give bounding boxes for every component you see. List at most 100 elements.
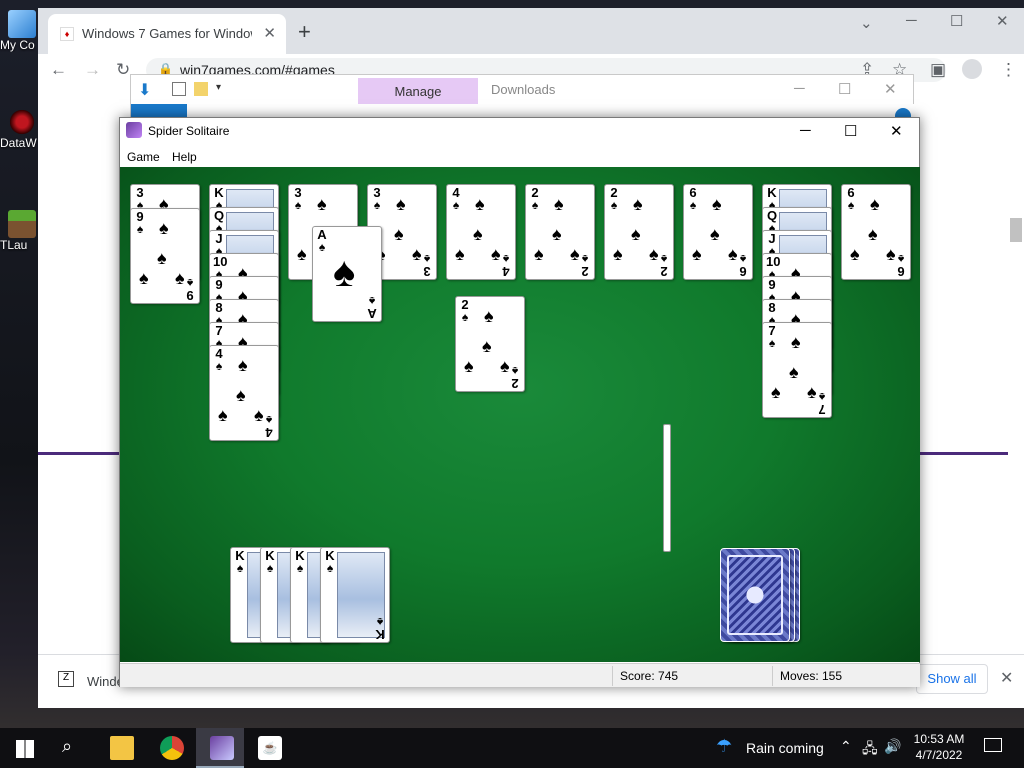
browser-tab[interactable]: ♦ Windows 7 Games for Windows ✕ — [48, 14, 286, 54]
moves-display: Moves: 155 — [780, 669, 843, 683]
datawarehouse-icon — [8, 108, 36, 136]
start-icon[interactable] — [16, 740, 34, 758]
new-tab-button[interactable]: + — [298, 21, 311, 43]
card-rank: 4 — [502, 264, 510, 279]
system-clock[interactable]: 10:53 AM 4/7/2022 — [904, 731, 974, 763]
spider-solitaire-icon[interactable] — [210, 736, 234, 760]
menu-icon[interactable]: ⋮ — [1000, 60, 1017, 80]
playing-card[interactable]: 2 ♠ ♠ 2 ♠ ♠ ♠ ♠ — [455, 296, 525, 392]
spade-icon: ♠ — [296, 561, 304, 575]
playing-card[interactable]: 2 ♠ ♠ 2 ♠ ♠ ♠ ♠ — [604, 184, 674, 280]
tab-close-icon[interactable]: ✕ — [263, 24, 276, 42]
spade-icon: ♠ — [294, 198, 302, 212]
chrome-icon[interactable] — [160, 736, 184, 760]
playing-card[interactable]: 7 ♠ ♠ 7 ♠ ♠ ♠ ♠ — [762, 322, 832, 418]
desktop-icon-computer[interactable]: My Co — [0, 10, 40, 52]
java-icon[interactable]: ☕ — [258, 736, 282, 760]
playing-card[interactable]: K ♠ K ♠ — [320, 547, 390, 643]
spade-icon: ♠ — [139, 268, 149, 288]
explorer-maximize-button[interactable]: ☐ — [838, 80, 851, 98]
desktop-icon-dataw[interactable]: DataW — [0, 108, 40, 150]
spade-icon: ♠ — [500, 356, 510, 376]
search-icon[interactable]: ⌕ — [62, 736, 72, 757]
notifications-icon[interactable] — [984, 738, 1002, 752]
spade-icon: ♠ — [396, 194, 406, 214]
spade-icon: ♠ — [464, 356, 474, 376]
spade-icon: ♠ — [452, 198, 460, 212]
spade-icon: ♠ — [461, 310, 469, 324]
spade-icon: ♠ — [649, 244, 659, 264]
desktop-icon-tlauncher[interactable]: TLau — [0, 210, 40, 252]
spade-icon: ♠ — [175, 268, 185, 288]
explorer-close-button[interactable]: ✕ — [884, 80, 897, 98]
sidebar-icon[interactable]: ▣ — [930, 60, 946, 80]
spade-icon: ♠ — [333, 248, 356, 295]
show-all-button[interactable]: Show all — [916, 664, 988, 694]
window-title: Spider Solitaire — [148, 124, 230, 138]
stock-card-back[interactable] — [720, 548, 790, 642]
downloads-close-icon[interactable]: ✕ — [1000, 668, 1013, 688]
manage-tab[interactable]: Manage — [358, 78, 478, 106]
spade-icon: ♠ — [534, 244, 544, 264]
spade-icon: ♠ — [482, 336, 492, 356]
profile-icon[interactable] — [962, 59, 982, 79]
spade-icon: ♠ — [610, 198, 618, 212]
page-scrollbar[interactable] — [1010, 218, 1022, 242]
forward-icon[interactable]: → — [84, 60, 101, 80]
card-rank: 9 — [186, 288, 194, 303]
spade-icon: ♠ — [266, 561, 274, 575]
minimize-button[interactable]: ─ — [906, 12, 917, 29]
spade-icon: ♠ — [475, 194, 485, 214]
playing-card[interactable]: 9 ♠ ♠ 9 ♠ ♠ ♠ ♠ — [130, 208, 200, 304]
back-icon[interactable]: ← — [50, 60, 67, 80]
playing-card[interactable]: 4 ♠ ♠ 4 ♠ ♠ ♠ ♠ — [446, 184, 516, 280]
properties-icon[interactable] — [172, 82, 186, 96]
network-icon[interactable]: 🖧 — [862, 738, 878, 762]
menu-game[interactable]: Game — [127, 150, 160, 164]
maximize-button[interactable]: ☐ — [950, 12, 963, 30]
menu-help[interactable]: Help — [172, 150, 197, 164]
spade-icon: ♠ — [502, 252, 510, 266]
weather-text[interactable]: Rain coming — [746, 740, 824, 756]
umbrella-icon: ☂ — [716, 736, 733, 756]
spade-icon: ♠ — [791, 332, 801, 352]
spade-icon: ♠ — [789, 362, 799, 382]
file-explorer-icon[interactable] — [110, 736, 134, 760]
close-button[interactable]: ✕ — [996, 12, 1009, 30]
download-file-icon: Z — [58, 671, 74, 687]
solitaire-close-button[interactable]: ✕ — [890, 122, 903, 140]
playing-card[interactable]: A ♠ A ♠ ♠ — [312, 226, 382, 322]
card-rank: 2 — [660, 264, 668, 279]
playing-card[interactable]: 4 ♠ ♠ 4 ♠ ♠ ♠ ♠ — [209, 345, 279, 441]
playing-card[interactable]: 6 ♠ ♠ 6 ♠ ♠ ♠ ♠ — [841, 184, 911, 280]
spade-icon: ♠ — [186, 276, 194, 290]
tab-search-icon[interactable]: ⌄ — [860, 14, 873, 32]
volume-icon[interactable]: 🔊 — [884, 738, 901, 755]
card-in-motion — [663, 424, 671, 552]
reload-icon[interactable]: ↻ — [116, 60, 130, 80]
spade-icon: ♠ — [368, 294, 376, 308]
card-rank: 2 — [581, 264, 589, 279]
spade-icon: ♠ — [870, 194, 880, 214]
tab-title: Windows 7 Games for Windows — [82, 26, 252, 41]
folder-icon[interactable] — [194, 82, 208, 96]
playing-card[interactable]: 2 ♠ ♠ 2 ♠ ♠ ♠ ♠ — [525, 184, 595, 280]
card-rank: A — [367, 306, 377, 321]
spade-icon: ♠ — [373, 198, 381, 212]
chevron-up-icon[interactable]: ⌃ — [840, 738, 852, 755]
spade-icon: ♠ — [236, 561, 244, 575]
spade-icon: ♠ — [847, 198, 855, 212]
spade-icon: ♠ — [886, 244, 896, 264]
spade-icon: ♠ — [710, 224, 720, 244]
solitaire-minimize-button[interactable]: ─ — [800, 122, 811, 139]
spade-icon: ♠ — [254, 405, 264, 425]
spade-icon: ♠ — [412, 244, 422, 264]
quick-access-dropdown-icon[interactable]: ▾ — [216, 82, 221, 93]
ribbon-tab-file[interactable] — [131, 104, 187, 118]
explorer-minimize-button[interactable]: ─ — [794, 80, 805, 97]
spade-icon: ♠ — [554, 194, 564, 214]
playing-card[interactable]: 6 ♠ ♠ 6 ♠ ♠ ♠ ♠ — [683, 184, 753, 280]
solitaire-maximize-button[interactable]: ☐ — [844, 122, 857, 140]
desktop-icon-label: TLau — [0, 238, 28, 252]
spade-icon: ♠ — [136, 222, 144, 236]
